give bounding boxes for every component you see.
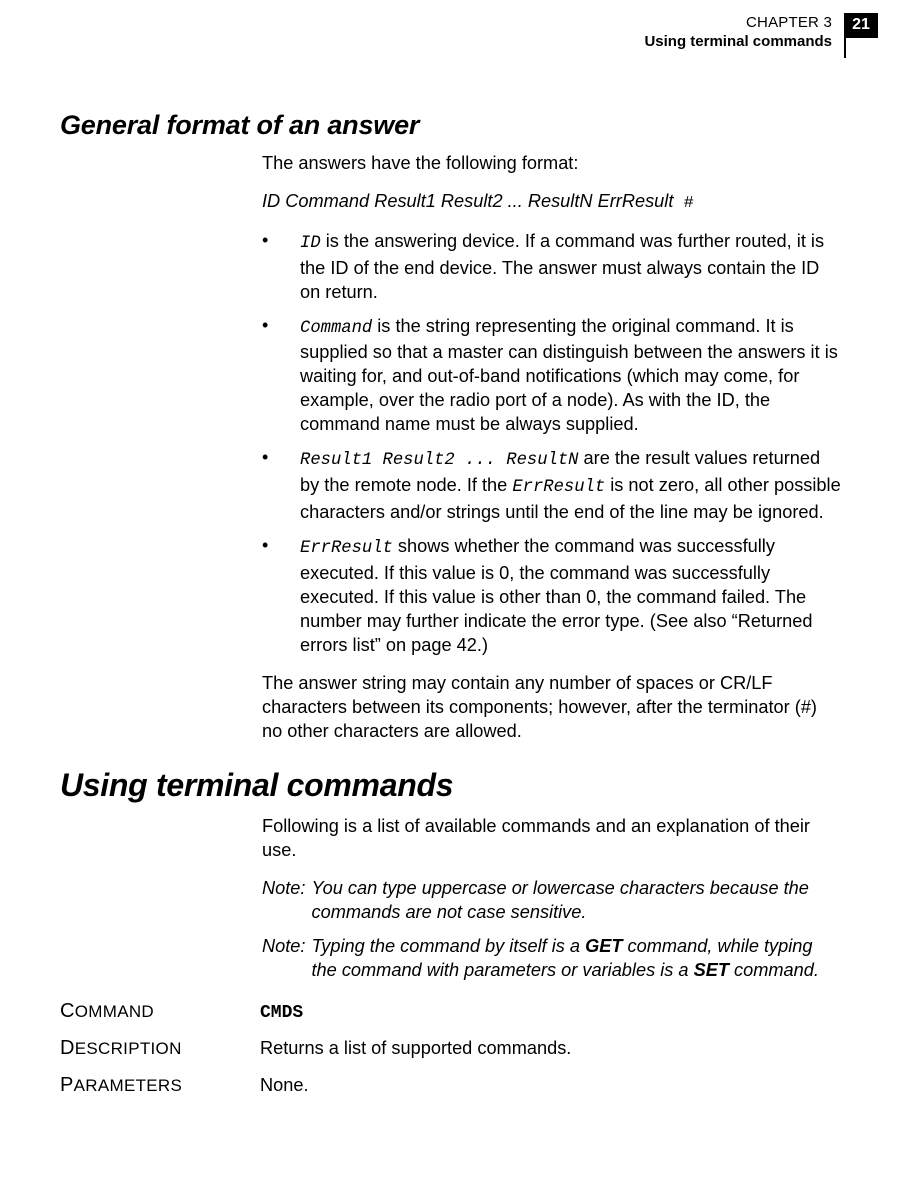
section-title-using-commands: Using terminal commands [60,767,878,804]
answer-format-line: ID Command Result1 Result2 ... ResultN E… [262,189,842,215]
def-value-description: Returns a list of supported commands. [260,1038,571,1059]
def-label-description: DESCRIPTION [60,1037,260,1060]
def-label-parameters-rest: ARAMETERS [74,1076,183,1095]
code-id: ID [300,234,321,253]
code-results: Result1 Result2 ... ResultN [300,451,578,470]
header-texts: CHAPTER 3 Using terminal commands [644,14,844,52]
section1-intro: The answers have the following format: [262,151,842,175]
def-label-command-rest: OMMAND [75,1002,154,1021]
answer-format-hash: # [673,194,693,213]
def-label-command: COMMAND [60,1000,260,1023]
code-errresult-inline: ErrResult [512,478,605,497]
section-title-answer-format: General format of an answer [60,110,878,141]
note2-set: SET [694,960,729,980]
bullet-errresult: ErrResult shows whether the command was … [262,534,842,657]
command-definitions: COMMAND CMDS DESCRIPTION Returns a list … [60,1000,878,1097]
def-label-command-first: C [60,1000,75,1022]
bullet-command-text: is the string representing the original … [300,316,838,435]
def-label-parameters-first: P [60,1074,74,1096]
header-divider [844,14,846,58]
def-row-command: COMMAND CMDS [60,1000,878,1023]
answer-bullet-list: ID is the answering device. If a command… [262,229,842,657]
page-header: CHAPTER 3 Using terminal commands 21 [60,14,878,52]
bullet-command: Command is the string representing the o… [262,314,842,437]
def-value-parameters: None. [260,1075,309,1096]
note-case-insensitive: Note: You can type uppercase or lowercas… [262,876,842,924]
note2-label: Note: [262,934,311,982]
code-errresult: ErrResult [300,539,393,558]
note1-body: You can type uppercase or lowercase char… [311,876,842,924]
bullet-results: Result1 Result2 ... ResultN are the resu… [262,446,842,523]
note1-label: Note: [262,876,311,924]
code-command: Command [300,319,372,338]
def-label-parameters: PARAMETERS [60,1074,260,1097]
section2-intro: Following is a list of available command… [262,814,842,862]
note2-body: Typing the command by itself is a GET co… [311,934,842,982]
def-label-description-first: D [60,1037,75,1059]
note2-a: Typing the command by itself is a [311,936,585,956]
chapter-label: CHAPTER 3 [644,14,832,33]
def-row-description: DESCRIPTION Returns a list of supported … [60,1037,878,1060]
section1-outro: The answer string may contain any number… [262,671,842,743]
note-get-set: Note: Typing the command by itself is a … [262,934,842,982]
page: CHAPTER 3 Using terminal commands 21 Gen… [0,0,908,1197]
bullet-id: ID is the answering device. If a command… [262,229,842,304]
bullet-id-text: is the answering device. If a command wa… [300,231,824,302]
page-number: 21 [844,13,878,38]
note2-c: command. [729,960,819,980]
section1-body: The answers have the following format: I… [262,151,842,743]
def-value-command: CMDS [260,1003,303,1023]
header-subtitle: Using terminal commands [644,33,832,52]
def-row-parameters: PARAMETERS None. [60,1074,878,1097]
section2-body: Following is a list of available command… [262,814,842,982]
answer-format-italic: ID Command Result1 Result2 ... ResultN E… [262,191,673,211]
note2-get: GET [585,936,622,956]
def-label-description-rest: ESCRIPTION [75,1039,182,1058]
